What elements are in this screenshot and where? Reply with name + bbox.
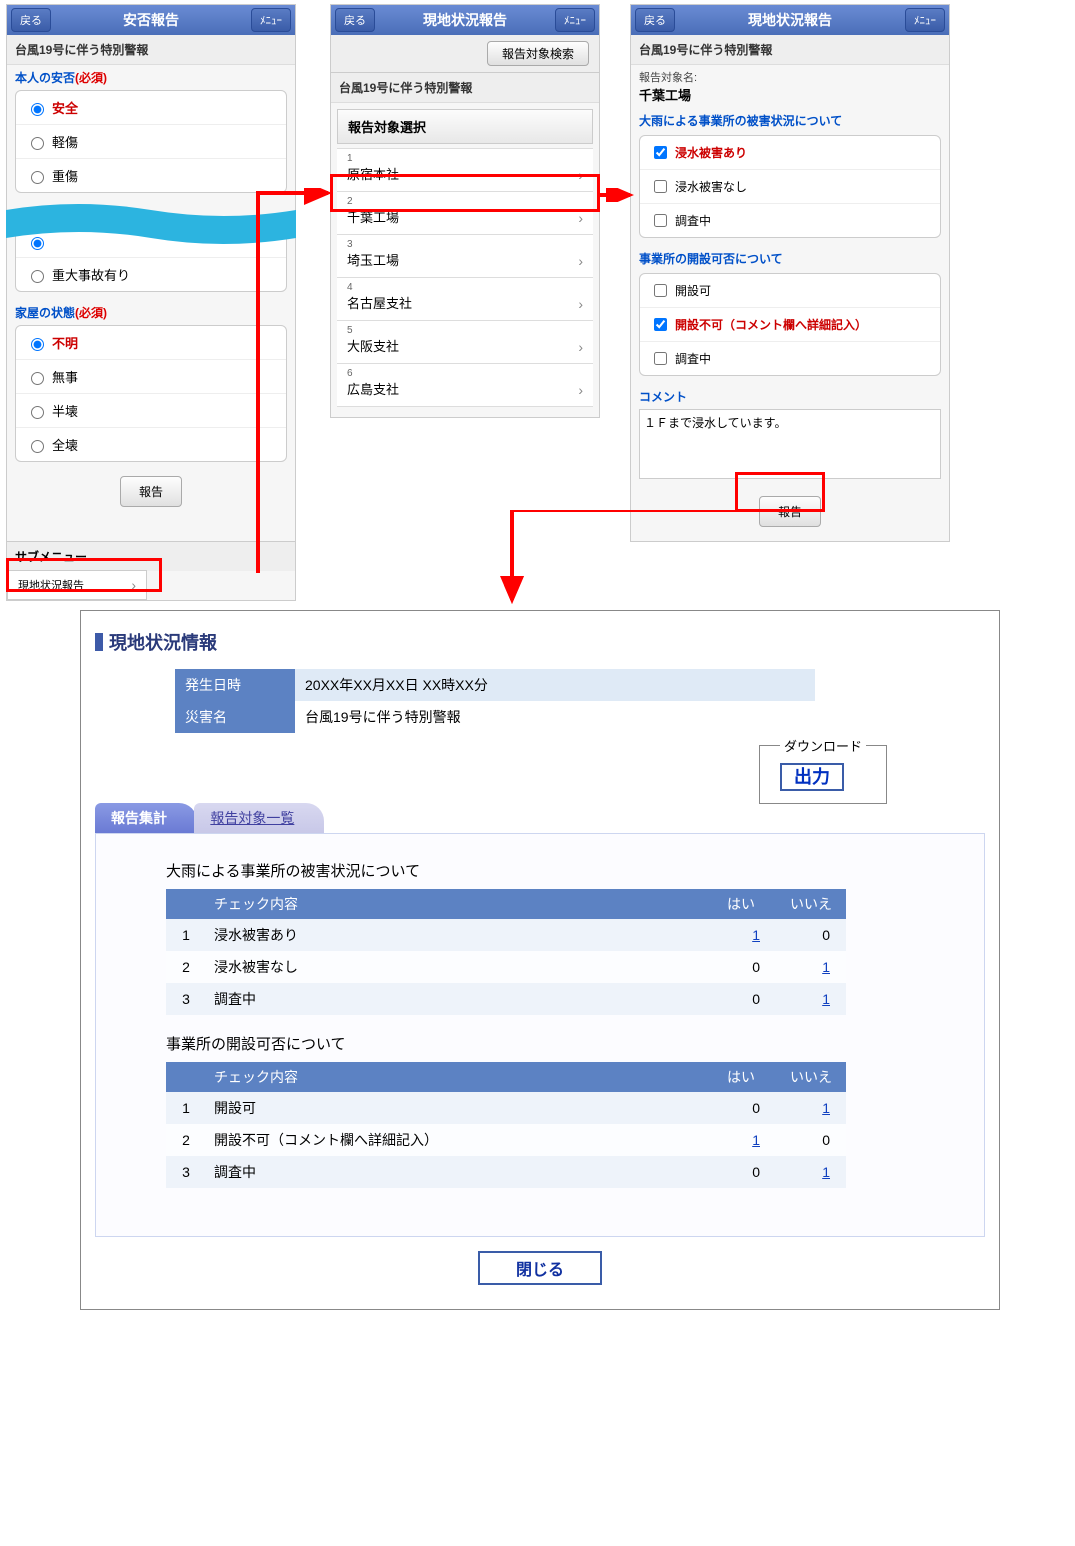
table-row: 3調査中01	[166, 1156, 846, 1188]
target-value: 千葉工場	[631, 85, 949, 108]
search-target-button[interactable]: 報告対象検索	[487, 41, 589, 66]
panel1-header: 戻る 安否報告 ﾒﾆｭｰ	[7, 5, 295, 35]
highlight-submenu	[6, 558, 162, 592]
count-link[interactable]: 1	[752, 927, 760, 943]
field-report-panel: 戻る 現地状況報告 ﾒﾆｭｰ 台風19号に伴う特別警報 報告対象名: 千葉工場 …	[630, 4, 950, 542]
back-button[interactable]: 戻る	[11, 8, 51, 32]
highlight-report-btn	[735, 472, 825, 512]
event-name: 台風19号に伴う特別警報	[331, 73, 599, 103]
chevron-right-icon: ›	[578, 339, 583, 355]
checkbox-item[interactable]: 浸水被害あり	[640, 136, 940, 170]
list-item[interactable]: 4名古屋支社›	[337, 278, 593, 321]
summary-title: 現地状況情報	[95, 629, 985, 655]
close-button[interactable]: 閉じる	[478, 1251, 602, 1285]
event-name: 台風19号に伴う特別警報	[631, 35, 949, 65]
download-legend: ダウンロード	[780, 736, 866, 755]
panel3-header: 戻る 現地状況報告 ﾒﾆｭｰ	[631, 5, 949, 35]
tab-target-list[interactable]: 報告対象一覧	[194, 803, 324, 833]
flow-arrow-1	[158, 188, 338, 588]
table-row: 1浸水被害あり10	[166, 919, 846, 951]
row1-td: 20XX年XX月XX日 XX時XX分	[295, 669, 815, 701]
checkbox-item[interactable]: 調査中	[640, 342, 940, 375]
menu-button[interactable]: ﾒﾆｭｰ	[555, 8, 595, 32]
count-link[interactable]: 1	[752, 1132, 760, 1148]
checkbox-item[interactable]: 浸水被害なし	[640, 170, 940, 204]
check-table-2: チェック内容はいいいえ1開設可012開設不可（コメント欄へ詳細記入）103調査中…	[166, 1062, 846, 1188]
panel2-header: 戻る 現地状況報告 ﾒﾆｭｰ	[331, 5, 599, 35]
tab-body: 大雨による事業所の被害状況について チェック内容はいいいえ1浸水被害あり102浸…	[95, 833, 985, 1237]
comment-textarea[interactable]	[639, 409, 941, 479]
tab-bar: 報告集計 報告対象一覧	[95, 803, 985, 833]
tab-summary[interactable]: 報告集計	[95, 803, 197, 833]
target-label: 報告対象名:	[631, 65, 949, 85]
panel1-title: 安否報告	[123, 10, 179, 30]
checkbox-item[interactable]: 開設不可（コメント欄へ詳細記入）	[640, 308, 940, 342]
download-fieldset: ダウンロード 出力	[759, 736, 887, 804]
highlight-chiba	[330, 174, 600, 212]
chevron-right-icon: ›	[578, 210, 583, 226]
menu-button[interactable]: ﾒﾆｭｰ	[905, 8, 945, 32]
back-button[interactable]: 戻る	[335, 8, 375, 32]
flow-arrow-2	[598, 188, 638, 202]
count-link[interactable]: 1	[822, 959, 830, 975]
flow-arrow-3b	[500, 510, 760, 610]
table-row: 3調査中01	[166, 983, 846, 1015]
summary-panel: 現地状況情報 発生日時20XX年XX月XX日 XX時XX分 災害名台風19号に伴…	[80, 610, 1000, 1310]
list-item[interactable]: 6広島支社›	[337, 364, 593, 407]
chevron-right-icon: ›	[578, 382, 583, 398]
count-link[interactable]: 1	[822, 1100, 830, 1116]
row1-th: 発生日時	[175, 669, 295, 701]
chevron-right-icon: ›	[578, 296, 583, 312]
count-link[interactable]: 1	[822, 991, 830, 1007]
chevron-right-icon: ›	[578, 253, 583, 269]
event-name: 台風19号に伴う特別警報	[7, 35, 295, 65]
menu-button[interactable]: ﾒﾆｭｰ	[251, 8, 291, 32]
back-button[interactable]: 戻る	[635, 8, 675, 32]
list-header: 報告対象選択	[337, 109, 593, 144]
open-group-label: 事業所の開設可否について	[631, 246, 949, 269]
list-item[interactable]: 5大阪支社›	[337, 321, 593, 364]
info-table: 発生日時20XX年XX月XX日 XX時XX分 災害名台風19号に伴う特別警報	[175, 669, 815, 733]
radio-safe[interactable]: 安全	[16, 91, 286, 125]
panel2-title: 現地状況報告	[423, 10, 507, 30]
group1-label: 本人の安否(必須)	[7, 65, 295, 88]
row2-th: 災害名	[175, 701, 295, 733]
table-row: 2浸水被害なし01	[166, 951, 846, 983]
row2-td: 台風19号に伴う特別警報	[295, 701, 815, 733]
panel3-title: 現地状況報告	[748, 10, 832, 30]
group1-list: 安全 軽傷 重傷	[15, 90, 287, 193]
checkbox-item[interactable]: 調査中	[640, 204, 940, 237]
count-link[interactable]: 1	[822, 1164, 830, 1180]
table-row: 2開設不可（コメント欄へ詳細記入）10	[166, 1124, 846, 1156]
damage-group-label: 大雨による事業所の被害状況について	[631, 108, 949, 131]
radio-minor[interactable]: 軽傷	[16, 125, 286, 159]
sec2-title: 事業所の開設可否について	[166, 1033, 944, 1054]
list-item[interactable]: 3埼玉工場›	[337, 235, 593, 278]
checkbox-item[interactable]: 開設可	[640, 274, 940, 308]
table-row: 1開設可01	[166, 1092, 846, 1124]
sec1-title: 大雨による事業所の被害状況について	[166, 860, 944, 881]
comment-label: コメント	[631, 384, 949, 407]
check-table-1: チェック内容はいいいえ1浸水被害あり102浸水被害なし013調査中01	[166, 889, 846, 1015]
download-button[interactable]: 出力	[780, 763, 844, 791]
